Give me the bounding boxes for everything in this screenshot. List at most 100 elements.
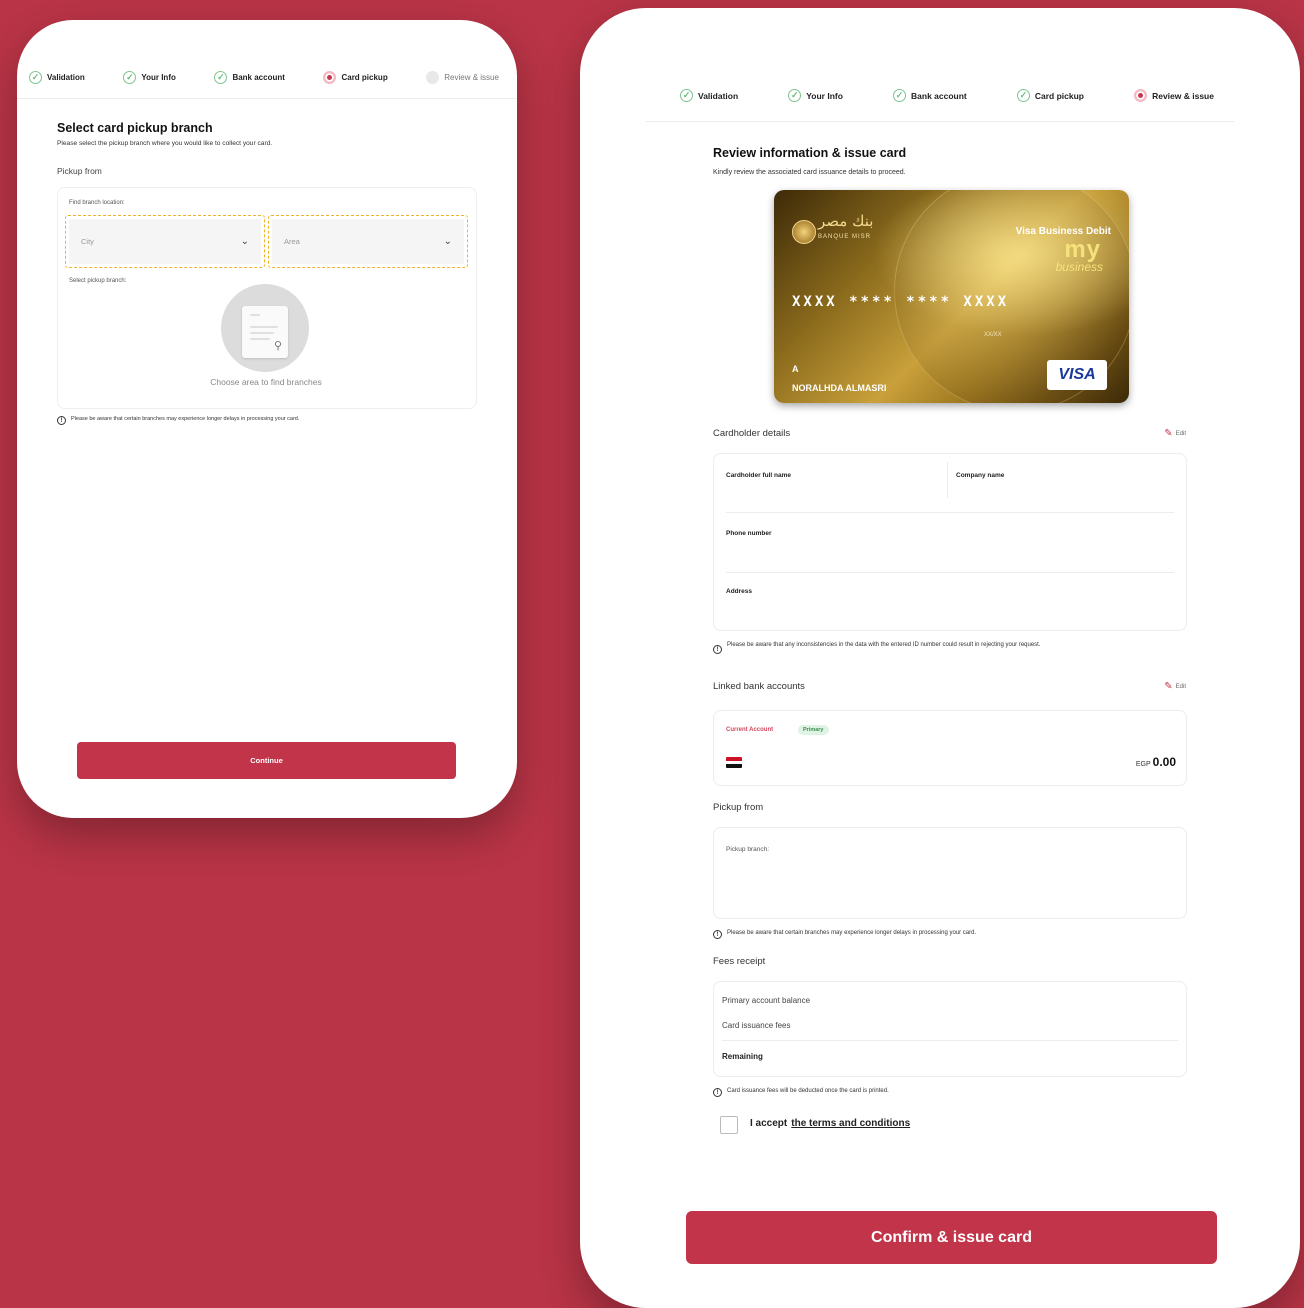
- row-divider: [726, 512, 1174, 513]
- pending-step-icon: [426, 71, 440, 84]
- bank-name-latin: BANQUE MISR: [818, 234, 872, 240]
- check-circle-icon: ✓: [29, 71, 42, 84]
- area-placeholder: Area: [284, 237, 300, 246]
- step-card-pickup: Card pickup: [323, 71, 388, 84]
- account-balance: EGP 0.00: [1136, 755, 1176, 769]
- edit-accounts-button[interactable]: ✎ Edit: [1164, 681, 1186, 692]
- accept-terms-text: I accept the terms and conditions: [750, 1118, 910, 1129]
- step-your-info: ✓ Your Info: [788, 89, 843, 102]
- step-bank-account: ✓ Bank account: [214, 71, 285, 84]
- primary-badge: Primary: [798, 725, 829, 735]
- step-label: Bank account: [911, 90, 967, 101]
- issuance-fees-label: Card issuance fees: [722, 1021, 791, 1030]
- branch-delay-note: ! Please be aware that certain branches …: [713, 930, 976, 939]
- account-type: Current Account: [726, 727, 774, 733]
- check-circle-icon: ✓: [680, 89, 693, 102]
- branch-delay-note: ! Please be aware that certain branches …: [57, 416, 299, 425]
- check-circle-icon: ✓: [214, 71, 228, 84]
- radio-dot-icon: [1134, 89, 1148, 102]
- step-label: Your Info: [806, 90, 843, 101]
- card-number: XXXX **** **** XXXX: [792, 294, 1010, 310]
- linked-account-card[interactable]: Current Account Primary EGP 0.00: [713, 710, 1187, 786]
- radio-dot-icon: [323, 71, 337, 84]
- pickup-from-label: Pickup from: [57, 166, 102, 176]
- step-label: Card pickup: [341, 73, 388, 82]
- info-icon: !: [713, 930, 722, 939]
- address-label: Address: [726, 588, 753, 595]
- check-circle-icon: ✓: [123, 71, 137, 84]
- confirm-issue-card-button[interactable]: Confirm & issue card: [686, 1211, 1217, 1264]
- row-divider: [722, 1040, 1178, 1041]
- debit-card-preview: بنك مصر BANQUE MISR Visa Business Debit …: [774, 190, 1129, 403]
- step-label: Review & issue: [1152, 90, 1214, 101]
- note-text: Please be aware that certain branches ma…: [71, 416, 300, 422]
- progress-stepper: ✓ Validation ✓ Your Info ✓ Bank account …: [29, 71, 499, 84]
- fees-receipt-label: Fees receipt: [713, 956, 766, 967]
- pickup-branch-label: Pickup branch:: [726, 846, 769, 853]
- accept-label: I accept: [750, 1118, 788, 1129]
- step-label: Bank account: [232, 73, 285, 82]
- find-branch-label: Find branch location:: [69, 200, 125, 206]
- card-holder-name: NORALHDA ALMASRI: [792, 383, 887, 393]
- id-consistency-note: ! Please be aware that any inconsistenci…: [713, 641, 1183, 654]
- note-text: Please be aware that certain branches ma…: [727, 930, 977, 936]
- chevron-down-icon: ⌄: [240, 236, 249, 247]
- step-card-pickup: ✓ Card pickup: [1016, 89, 1084, 102]
- field-divider: [947, 462, 948, 498]
- pickup-from-label: Pickup from: [713, 802, 764, 813]
- full-name-label: Cardholder full name: [726, 472, 792, 479]
- terms-checkbox[interactable]: [720, 1116, 738, 1134]
- continue-button[interactable]: Continue: [77, 742, 456, 779]
- egypt-flag-icon: [726, 757, 742, 768]
- city-placeholder: City: [81, 237, 94, 246]
- note-text: Please be aware that any inconsistencies…: [727, 642, 1041, 648]
- bank-logo-icon: [792, 220, 816, 244]
- check-circle-icon: ✓: [788, 89, 802, 102]
- progress-stepper: ✓ Validation ✓ Your Info ✓ Bank account …: [680, 89, 1214, 102]
- note-text: Card issuance fees will be deducted once…: [727, 1088, 889, 1094]
- pencil-icon: ✎: [1164, 428, 1173, 439]
- pencil-icon: ✎: [1164, 681, 1173, 692]
- cardholder-details-panel: Cardholder full name Company name Phone …: [713, 453, 1187, 631]
- cardholder-details-label: Cardholder details: [713, 428, 791, 439]
- step-label: Your Info: [141, 73, 176, 82]
- row-divider: [726, 572, 1174, 573]
- pickup-branch-panel: Pickup branch:: [713, 827, 1187, 919]
- chevron-down-icon: ⌄: [443, 236, 452, 247]
- step-validation: ✓ Validation: [680, 89, 738, 102]
- area-select[interactable]: Area ⌄: [268, 215, 468, 268]
- visa-logo: VISA: [1047, 360, 1107, 390]
- empty-state-text: Choose area to find branches: [210, 377, 322, 387]
- fees-deduction-note: ! Card issuance fees will be deducted on…: [713, 1088, 889, 1097]
- info-icon: !: [713, 1088, 722, 1097]
- check-circle-icon: ✓: [893, 89, 907, 102]
- primary-balance-label: Primary account balance: [722, 996, 811, 1005]
- step-validation: ✓ Validation: [29, 71, 85, 84]
- bank-name-arabic: بنك مصر: [818, 212, 874, 230]
- edit-label: Edit: [1175, 430, 1186, 437]
- empty-state-illustration: ⚲: [221, 284, 309, 372]
- review-issue-screen: ✓ Validation ✓ Your Info ✓ Bank account …: [580, 8, 1300, 1308]
- card-expiry: XX/XX: [984, 332, 1002, 338]
- company-name-label: Company name: [956, 472, 1005, 479]
- edit-label: Edit: [1175, 683, 1186, 690]
- select-branch-label: Select pickup branch:: [69, 278, 127, 284]
- edit-cardholder-button[interactable]: ✎ Edit: [1164, 428, 1186, 439]
- card-brand-business: business: [1055, 260, 1103, 274]
- step-review-issue: Review & issue: [426, 71, 499, 84]
- linked-accounts-label: Linked bank accounts: [713, 681, 805, 692]
- page-title: Select card pickup branch: [57, 121, 213, 135]
- balance-value: 0.00: [1152, 755, 1176, 769]
- step-label: Validation: [698, 90, 739, 101]
- city-select[interactable]: City ⌄: [65, 215, 265, 268]
- info-icon: !: [713, 645, 722, 654]
- header-divider: [646, 121, 1234, 122]
- step-bank-account: ✓ Bank account: [893, 89, 967, 102]
- card-initial: A: [792, 364, 799, 374]
- step-label: Card pickup: [1034, 90, 1084, 101]
- document-search-icon: ⚲: [242, 306, 288, 358]
- page-title: Review information & issue card: [713, 146, 907, 160]
- step-label: Validation: [47, 73, 85, 82]
- terms-link[interactable]: the terms and conditions: [791, 1118, 910, 1129]
- step-label: Review & issue: [444, 73, 499, 82]
